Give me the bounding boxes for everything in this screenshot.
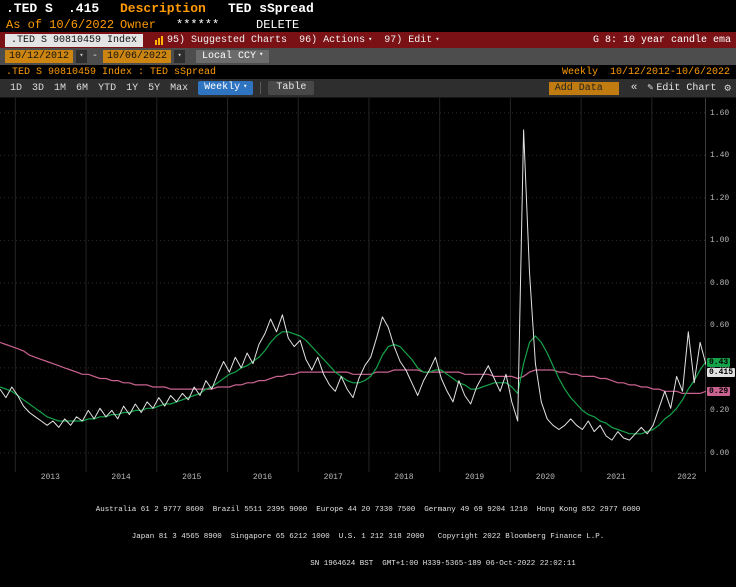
frequency-label: Weekly bbox=[204, 81, 240, 95]
actions-label: 96) Actions bbox=[299, 35, 365, 46]
currency-label: Local CCY bbox=[202, 50, 256, 63]
y-axis-label: 0.60 bbox=[710, 321, 729, 330]
period-button-1y[interactable]: 1Y bbox=[121, 83, 143, 94]
edit-chart-label: Edit Chart bbox=[656, 83, 716, 94]
frequency-select[interactable]: Weekly ▾ bbox=[198, 81, 253, 95]
edit-label: 97) Edit bbox=[384, 35, 432, 46]
x-axis-label: 2014 bbox=[111, 473, 130, 482]
suggested-charts-label: 95) Suggested Charts bbox=[167, 35, 287, 46]
period-button-ytd[interactable]: YTD bbox=[93, 83, 121, 94]
last-value-tag: 0.29 bbox=[707, 387, 730, 396]
y-axis-label: 0.80 bbox=[710, 279, 729, 288]
period-button-max[interactable]: Max bbox=[165, 83, 193, 94]
chart-canvas[interactable] bbox=[0, 98, 706, 472]
delete-action[interactable]: DELETE bbox=[256, 18, 299, 32]
collapse-panel-button[interactable]: « bbox=[631, 82, 638, 94]
x-axis-label: 2018 bbox=[394, 473, 413, 482]
x-axis-label: 2013 bbox=[41, 473, 60, 482]
last-price: .415 bbox=[68, 1, 120, 16]
chart-toolbar: 1D3D1M6MYTD1Y5YMax Weekly ▾ Table Add Da… bbox=[0, 79, 736, 98]
quote-header: .TED S .415 Description TED sSpread bbox=[0, 0, 736, 17]
as-of-date: As of 10/6/2022 bbox=[6, 18, 120, 32]
description-label: Description bbox=[120, 1, 228, 16]
last-value-tag: 0.415 bbox=[707, 368, 735, 377]
chevron-down-icon: ▾ bbox=[259, 49, 263, 62]
security-field[interactable]: .TED S 90810459 Index bbox=[5, 34, 143, 47]
chart-icon bbox=[155, 36, 164, 45]
owner-label: Owner bbox=[120, 18, 176, 32]
function-menu-bar: .TED S 90810459 Index 95) Suggested Char… bbox=[0, 32, 736, 48]
chart-security-title: .TED S 90810459 Index : TED sSpread bbox=[6, 67, 562, 78]
end-date-input[interactable]: 10/06/2022 bbox=[103, 50, 171, 63]
x-axis-label: 2019 bbox=[465, 473, 484, 482]
chart-slot-label: G 8: 10 year candle ema bbox=[593, 35, 731, 46]
x-axis-label: 2017 bbox=[324, 473, 343, 482]
edit-chart-button[interactable]: ✎ Edit Chart bbox=[647, 82, 716, 94]
owner-value: ****** bbox=[176, 18, 256, 32]
y-axis-label: 1.00 bbox=[710, 236, 729, 245]
series-short-ema bbox=[0, 332, 706, 434]
pencil-icon: ✎ bbox=[647, 82, 653, 94]
chevron-down-icon: ▾ bbox=[435, 35, 439, 44]
actions-menu[interactable]: 96) Actions ▾ bbox=[299, 35, 372, 46]
period-button-6m[interactable]: 6M bbox=[71, 83, 93, 94]
x-axis: 2013 2014 2015 2016 2017 2018 2019 2020 2021 2022 bbox=[0, 472, 736, 484]
period-button-3d[interactable]: 3D bbox=[27, 83, 49, 94]
start-date-input[interactable]: 10/12/2012 bbox=[5, 50, 73, 63]
footer-contacts-1: Australia 61 2 9777 8600 Brazil 5511 239… bbox=[0, 506, 736, 515]
footer-contacts-2: Japan 81 3 4565 8900 Singapore 65 6212 1… bbox=[0, 533, 736, 542]
end-date-calendar-icon[interactable]: ▾ bbox=[174, 50, 185, 63]
range-toolbar: 10/12/2012 ▾ - 10/06/2022 ▾ Local CCY ▾ bbox=[0, 48, 736, 65]
suggested-charts-menu[interactable]: 95) Suggested Charts bbox=[155, 35, 287, 46]
x-axis-label: 2015 bbox=[182, 473, 201, 482]
period-button-5y[interactable]: 5Y bbox=[143, 83, 165, 94]
last-value-tag: 0.43 bbox=[707, 358, 730, 367]
period-button-1d[interactable]: 1D bbox=[5, 83, 27, 94]
chevron-down-icon: ▾ bbox=[368, 35, 372, 44]
x-axis-label: 2022 bbox=[677, 473, 696, 482]
chart-title-row: .TED S 90810459 Index : TED sSpread Week… bbox=[0, 65, 736, 79]
toolbar-divider bbox=[260, 82, 261, 94]
add-data-input[interactable]: Add Data bbox=[549, 82, 619, 95]
y-axis: 0.000.200.400.600.801.001.201.401.600.43… bbox=[706, 98, 736, 472]
y-axis-label: 1.60 bbox=[710, 109, 729, 118]
period-buttons: 1D3D1M6MYTD1Y5YMax bbox=[5, 83, 193, 94]
edit-menu[interactable]: 97) Edit ▾ bbox=[384, 35, 439, 46]
y-axis-label: 0.00 bbox=[710, 449, 729, 458]
as-of-row: As of 10/6/2022 Owner ****** DELETE bbox=[0, 17, 736, 32]
terminal-footer: Australia 61 2 9777 8600 Brazil 5511 239… bbox=[0, 484, 736, 587]
chart-area: 0.000.200.400.600.801.001.201.401.600.43… bbox=[0, 98, 736, 472]
date-separator: - bbox=[92, 51, 98, 62]
x-axis-label: 2020 bbox=[536, 473, 555, 482]
period-button-1m[interactable]: 1M bbox=[49, 83, 71, 94]
chart-range-label: Weekly 10/12/2012-10/6/2022 bbox=[562, 67, 730, 78]
description-value: TED sSpread bbox=[228, 1, 314, 16]
x-axis-label: 2016 bbox=[253, 473, 272, 482]
table-button[interactable]: Table bbox=[268, 81, 314, 95]
footer-session-info: SN 1964624 BST GMT+1:00 H339-5365-189 06… bbox=[0, 560, 736, 569]
y-axis-label: 1.40 bbox=[710, 151, 729, 160]
chevron-down-icon: ▾ bbox=[243, 80, 247, 94]
currency-select[interactable]: Local CCY ▾ bbox=[196, 50, 269, 63]
series-last-price bbox=[0, 130, 706, 440]
bloomberg-terminal-window: .TED S .415 Description TED sSpread As o… bbox=[0, 0, 736, 530]
x-axis-label: 2021 bbox=[606, 473, 625, 482]
y-axis-label: 0.20 bbox=[710, 406, 729, 415]
start-date-calendar-icon[interactable]: ▾ bbox=[76, 50, 87, 63]
gear-icon[interactable]: ⚙ bbox=[724, 81, 731, 95]
y-axis-label: 1.20 bbox=[710, 194, 729, 203]
ticker-symbol: .TED S bbox=[6, 1, 68, 16]
